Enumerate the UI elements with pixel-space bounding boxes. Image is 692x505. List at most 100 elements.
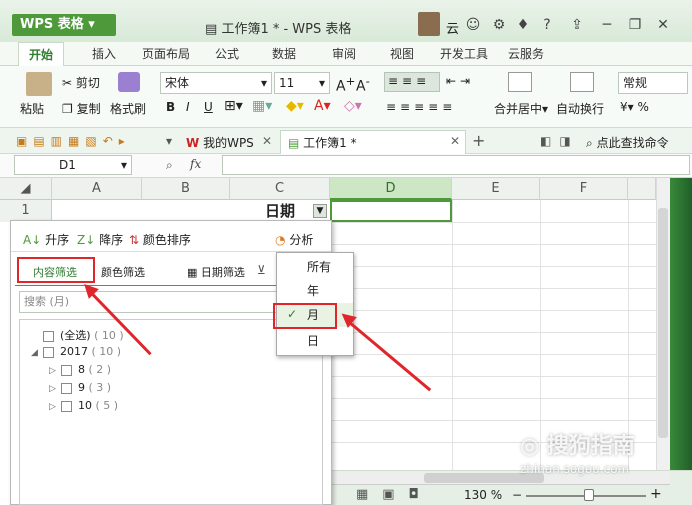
- zoom-level[interactable]: 130 %: [464, 488, 502, 502]
- checkbox[interactable]: [43, 346, 54, 358]
- bold-icon[interactable]: B: [166, 100, 175, 114]
- expand-icon[interactable]: ▷: [49, 366, 61, 376]
- close-button[interactable]: ✕: [652, 14, 674, 36]
- currency-icon[interactable]: ¥▾ %: [620, 100, 649, 114]
- paste-icon[interactable]: [26, 72, 52, 96]
- minimize-button[interactable]: ─: [596, 14, 618, 36]
- menu-item-all[interactable]: 所有: [277, 255, 353, 279]
- font-name-select[interactable]: 宋体 ▾: [160, 72, 272, 94]
- upload-icon[interactable]: ⇪: [566, 14, 588, 36]
- filter-search-input[interactable]: 搜索 (月): [19, 291, 277, 313]
- more-icon[interactable]: ▾: [166, 134, 172, 148]
- checkbox[interactable]: [43, 330, 54, 342]
- row-header-1[interactable]: 1: [0, 200, 52, 222]
- cell-reference-box[interactable]: D1 ▾: [14, 155, 132, 175]
- tab-color-filter[interactable]: 颜色筛选: [101, 264, 145, 280]
- checkbox[interactable]: [61, 400, 72, 412]
- tab-cloud[interactable]: 云服务: [508, 42, 544, 66]
- close-tab-mywps-icon[interactable]: ✕: [262, 134, 272, 148]
- list-item-select-all[interactable]: (全选) ( 10 ): [43, 327, 124, 343]
- expand-icon[interactable]: ▷: [49, 402, 61, 412]
- zoom-slider-thumb[interactable]: [584, 489, 594, 501]
- tab-content-filter[interactable]: 内容筛选: [33, 264, 77, 280]
- tab-date-filter[interactable]: ▦ 日期筛选: [187, 264, 245, 280]
- tab-formula[interactable]: 公式: [215, 42, 239, 66]
- analysis-button[interactable]: ◔ 分析: [275, 231, 313, 248]
- tab-home[interactable]: 开始: [18, 42, 65, 66]
- cell-d1-selected[interactable]: [330, 200, 452, 222]
- shrink-font-icon[interactable]: A-: [356, 74, 370, 95]
- sort-asc-button[interactable]: A↓ 升序: [23, 231, 69, 248]
- filter-dropdown-icon[interactable]: ▼: [313, 204, 327, 218]
- user-name[interactable]: 云: [446, 18, 459, 37]
- app-menu-button[interactable]: WPS 表格 ▾: [12, 14, 116, 36]
- copy-button[interactable]: ❐ 复制: [62, 100, 101, 117]
- collapse-icon[interactable]: ◢: [31, 348, 43, 358]
- shirt-icon[interactable]: ♦: [512, 14, 534, 36]
- menu-item-year[interactable]: 年: [277, 279, 353, 303]
- select-all-corner[interactable]: ◢: [0, 178, 52, 200]
- merge-center-icon[interactable]: [508, 72, 532, 92]
- horizontal-align-icons[interactable]: ≡≡≡≡≡: [386, 100, 456, 114]
- zoom-out-icon[interactable]: −: [512, 488, 522, 502]
- underline-icon[interactable]: U: [204, 100, 213, 114]
- zoom-formula-icon[interactable]: ⌕: [166, 158, 173, 173]
- view-mode-icons[interactable]: ▦▣◘: [356, 487, 433, 502]
- restore-button[interactable]: ❐: [624, 14, 646, 36]
- fill-pattern-icon[interactable]: ▦▾: [252, 98, 272, 114]
- grow-font-icon[interactable]: A+: [336, 74, 355, 95]
- column-header-a[interactable]: A: [52, 178, 142, 200]
- tab-view[interactable]: 视图: [390, 42, 414, 66]
- wrap-text-button[interactable]: 自动换行: [556, 100, 604, 117]
- column-header-d[interactable]: D: [330, 178, 452, 200]
- toolbar-extra-icons[interactable]: ◧◨: [540, 134, 579, 148]
- command-search[interactable]: ⌕ 点此查找命令: [586, 134, 669, 151]
- font-size-select[interactable]: 11 ▾: [274, 72, 330, 94]
- clear-format-icon[interactable]: ◇▾: [344, 98, 362, 114]
- column-header-b[interactable]: B: [142, 178, 230, 200]
- skin-icon[interactable]: ☺: [462, 14, 484, 36]
- column-header-e[interactable]: E: [452, 178, 540, 200]
- indent-icons[interactable]: ⇤⇥: [446, 74, 474, 88]
- menu-item-day[interactable]: 日: [277, 329, 353, 353]
- cut-button[interactable]: ✂ 剪切: [62, 74, 100, 91]
- border-icon[interactable]: ⊞▾: [224, 98, 243, 114]
- sort-color-button[interactable]: ⇅ 颜色排序: [129, 231, 191, 248]
- paste-button[interactable]: 粘贴: [20, 100, 44, 117]
- merge-center-button[interactable]: 合并居中▾: [494, 100, 548, 117]
- column-header-f[interactable]: F: [540, 178, 628, 200]
- list-item-month-8[interactable]: ▷ 8 ( 2 ): [49, 363, 111, 376]
- number-format-select[interactable]: 常规: [618, 72, 688, 94]
- settings-icon[interactable]: ⚙: [488, 14, 510, 36]
- tab-developer[interactable]: 开发工具: [440, 42, 488, 66]
- tab-review[interactable]: 审阅: [332, 42, 356, 66]
- vertical-align-icons[interactable]: ≡≡≡: [388, 74, 430, 88]
- wrap-text-icon[interactable]: [570, 72, 594, 92]
- new-tab-icon[interactable]: +: [472, 131, 485, 150]
- checkbox[interactable]: [61, 364, 72, 376]
- avatar[interactable]: [418, 12, 440, 36]
- format-painter-button[interactable]: 格式刷: [110, 100, 146, 117]
- format-painter-icon[interactable]: [118, 72, 140, 92]
- checkbox[interactable]: [61, 382, 72, 394]
- formula-input[interactable]: [222, 155, 690, 175]
- list-item-2017[interactable]: ◢ 2017 ( 10 ): [31, 345, 121, 358]
- zoom-in-icon[interactable]: +: [650, 486, 662, 502]
- tab-data[interactable]: 数据: [272, 42, 296, 66]
- sort-desc-button[interactable]: Z↓ 降序: [77, 231, 123, 248]
- fx-icon[interactable]: fx: [190, 157, 201, 171]
- expand-icon[interactable]: ▷: [49, 384, 61, 394]
- fill-color-icon[interactable]: ◆▾: [286, 98, 304, 114]
- clear-filter-icon[interactable]: ⊻: [257, 263, 266, 277]
- column-header-c[interactable]: C: [230, 178, 330, 200]
- help-icon[interactable]: ?: [536, 14, 558, 36]
- close-tab-workbook-icon[interactable]: ✕: [450, 134, 460, 148]
- italic-icon[interactable]: I: [186, 100, 190, 114]
- list-item-month-10[interactable]: ▷ 10 ( 5 ): [49, 399, 118, 412]
- quick-access-icons[interactable]: ▣▤▥▦▧↶▸: [16, 134, 131, 148]
- list-item-month-9[interactable]: ▷ 9 ( 3 ): [49, 381, 111, 394]
- vertical-scroll-thumb[interactable]: [658, 208, 668, 438]
- tab-insert[interactable]: 插入: [92, 42, 116, 66]
- font-color-icon[interactable]: A▾: [314, 98, 331, 114]
- tab-mywps[interactable]: W 我的WPS: [186, 134, 254, 151]
